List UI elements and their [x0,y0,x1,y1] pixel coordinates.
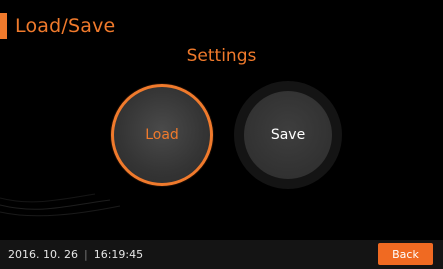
background-wave-decoration [0,193,121,217]
status-date: 2016. 10. 26 [8,248,78,261]
status-time: 16:19:45 [93,248,144,261]
page-title: Load/Save [15,15,116,37]
section-subtitle: Settings [186,46,257,66]
title-accent-bar [0,13,7,39]
status-bar: 2016. 10. 26 | 16:19:45 [0,240,443,269]
status-separator: | [83,248,88,261]
save-button[interactable]: Save [244,91,332,179]
load-button[interactable]: Load [111,84,213,186]
title-bar: Load/Save [0,13,115,39]
status-datetime: 2016. 10. 26 | 16:19:45 [8,248,143,262]
load-button-label: Load [145,127,179,143]
back-button[interactable]: Back [378,243,433,265]
load-save-screen: Load/Save Settings Load Save 2016. 10. 2… [0,0,443,269]
save-button-label: Save [270,127,306,143]
